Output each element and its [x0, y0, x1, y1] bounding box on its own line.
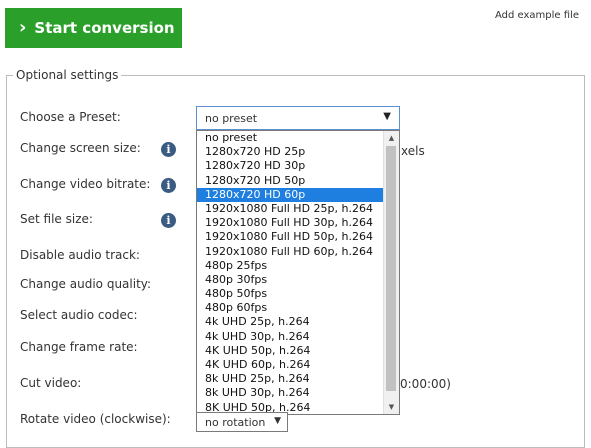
preset-select[interactable]: no preset ▼ [196, 106, 400, 130]
cut-video-time-hint: 0:00:00) [400, 377, 451, 391]
preset-option[interactable]: 480p 25fps [197, 259, 399, 273]
video-bitrate-label: Change video bitrate: [20, 177, 151, 191]
scrollbar-thumb[interactable] [386, 146, 396, 391]
preset-option[interactable]: no preset [197, 131, 399, 145]
rotate-video-label: Rotate video (clockwise): [20, 412, 171, 426]
preset-option[interactable]: 1280x720 HD 50p [197, 174, 399, 188]
preset-option[interactable]: 1920x1080 Full HD 60p, h.264 [197, 245, 399, 259]
dropdown-arrow-icon: ▼ [383, 111, 391, 122]
audio-quality-label: Change audio quality: [20, 277, 152, 291]
preset-option[interactable]: 480p 60fps [197, 301, 399, 315]
rotate-selected-value: no rotation [205, 415, 266, 429]
screen-size-unit-text: xels [401, 144, 425, 158]
dropdown-scrollbar[interactable]: ▲ ▼ [383, 131, 399, 414]
file-size-info-icon[interactable]: i [161, 213, 176, 228]
scroll-down-icon[interactable]: ▼ [384, 400, 399, 414]
optional-settings-legend: Optional settings [16, 68, 119, 82]
start-conversion-button[interactable]: › Start conversion [5, 8, 182, 48]
preset-option[interactable]: 8k UHD 30p, h.264 [197, 386, 399, 400]
preset-options: no preset 1280x720 HD 25p 1280x720 HD 30p 1… [197, 131, 399, 414]
chevron-right-icon: › [19, 17, 27, 38]
audio-codec-label: Select audio codec: [20, 308, 138, 322]
preset-label: Choose a Preset: [20, 110, 121, 124]
preset-option[interactable]: 1920x1080 Full HD 50p, h.264 [197, 230, 399, 244]
dropdown-arrow-icon: ▼ [274, 416, 281, 426]
preset-option[interactable]: 4k UHD 30p, h.264 [197, 330, 399, 344]
preset-option[interactable]: 8k UHD 25p, h.264 [197, 372, 399, 386]
preset-option[interactable]: 1920x1080 Full HD 30p, h.264 [197, 216, 399, 230]
file-size-label: Set file size: [20, 212, 93, 226]
preset-option[interactable]: 4K UHD 60p, h.264 [197, 358, 399, 372]
preset-option[interactable]: 1920x1080 Full HD 25p, h.264 [197, 202, 399, 216]
screen-size-info-icon[interactable]: i [161, 142, 176, 157]
preset-option[interactable]: 1280x720 HD 60p [197, 187, 399, 202]
preset-option[interactable]: 4K UHD 50p, h.264 [197, 344, 399, 358]
video-bitrate-info-icon[interactable]: i [161, 178, 176, 193]
start-conversion-label: Start conversion [34, 19, 175, 37]
preset-option[interactable]: 4k UHD 25p, h.264 [197, 315, 399, 329]
preset-option[interactable]: 1280x720 HD 30p [197, 159, 399, 173]
cut-video-label: Cut video: [20, 376, 82, 390]
preset-selected-value: no preset [205, 111, 258, 125]
disable-audio-label: Disable audio track: [20, 248, 140, 262]
preset-dropdown-list[interactable]: no preset 1280x720 HD 25p 1280x720 HD 30p 1… [196, 130, 400, 415]
screen-size-label: Change screen size: [20, 141, 141, 155]
frame-rate-label: Change frame rate: [20, 340, 138, 354]
add-example-file-link[interactable]: Add example file [495, 10, 579, 21]
scroll-up-icon[interactable]: ▲ [384, 131, 399, 145]
rotate-select[interactable]: no rotation ▼ [196, 412, 288, 432]
preset-option[interactable]: 480p 30fps [197, 273, 399, 287]
preset-option[interactable]: 1280x720 HD 25p [197, 145, 399, 159]
preset-option[interactable]: 480p 50fps [197, 287, 399, 301]
